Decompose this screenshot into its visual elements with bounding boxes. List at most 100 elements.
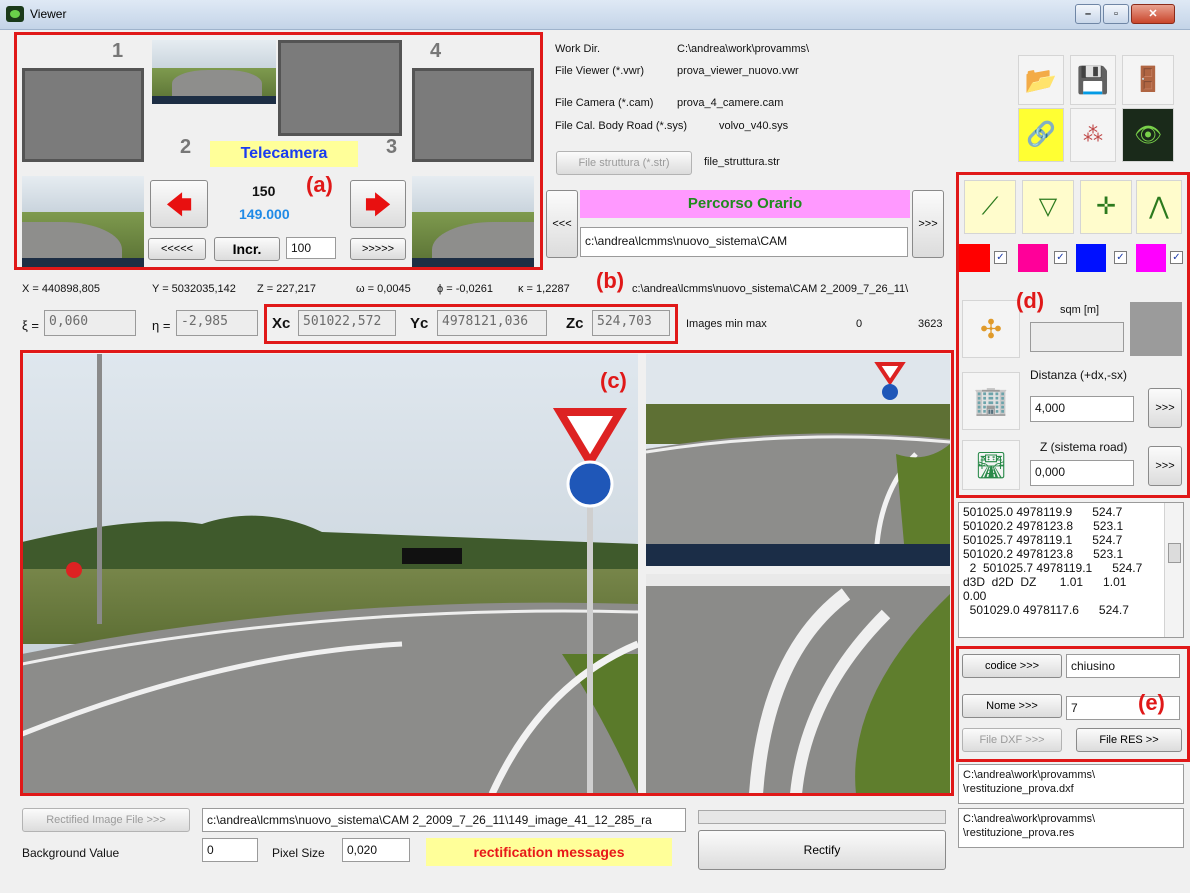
color-checkbox-magenta[interactable]: ✓ [1170, 251, 1183, 264]
map-icon[interactable]: ⁂ [1070, 108, 1116, 162]
color-checkbox-red[interactable]: ✓ [994, 251, 1007, 264]
image-path: c:\andrea\lcmms\nuovo_sistema\CAM 2_2009… [632, 283, 909, 295]
file-struttura-button[interactable]: File struttura (*.str) [556, 151, 692, 175]
result-line-8: 501029.0 4978117.6 524.7 [963, 603, 1129, 617]
distanza-field[interactable]: 4,000 [1030, 396, 1134, 422]
pixel-size-label: Pixel Size [272, 846, 325, 860]
fast-forward-button[interactable]: >>>>> [350, 238, 406, 260]
eta-field[interactable]: -2,985 [176, 310, 258, 336]
color-swatch-red[interactable] [958, 244, 990, 272]
file-dxf-button[interactable]: File DXF >>> [962, 728, 1062, 752]
secondary-view-image [646, 354, 950, 566]
building-icon[interactable]: 🏢 [962, 372, 1020, 430]
fast-backward-button[interactable]: <<<<< [148, 238, 206, 260]
yc-label: Yc [410, 315, 429, 332]
camera-1-empty-tile[interactable] [22, 68, 144, 162]
z-road-label: Z (sistema road) [1040, 440, 1128, 454]
xc-field[interactable]: 501022,572 [298, 310, 396, 336]
coord-omega: ω = 0,0045 [356, 283, 411, 295]
close-button[interactable]: ✕ [1131, 4, 1175, 24]
results-scrollbar[interactable] [1164, 503, 1183, 637]
color-checkbox-pink[interactable]: ✓ [1054, 251, 1067, 264]
increment-input[interactable]: 100 [286, 237, 336, 259]
color-swatch-pink[interactable] [1018, 244, 1048, 272]
file-camera-label: File Camera (*.cam) [555, 97, 654, 109]
codice-field[interactable]: chiusino [1066, 654, 1180, 678]
file-res-button[interactable]: File RES >> [1076, 728, 1182, 752]
file-calbody-label: File Cal. Body Road (*.sys) [555, 120, 688, 132]
network-icon[interactable]: ✣ [962, 300, 1020, 358]
background-value-label: Background Value [22, 846, 120, 860]
color-swatch-blue[interactable] [1076, 244, 1106, 272]
link-icon[interactable]: 🔗 [1018, 108, 1064, 162]
minimize-button[interactable]: – [1075, 4, 1101, 24]
app-icon [6, 6, 24, 22]
yc-field[interactable]: 4978121,036 [437, 310, 547, 336]
sqm-label: sqm [m] [1060, 304, 1100, 316]
z-road-apply-button[interactable]: >>> [1148, 446, 1182, 486]
camera-thumbnail-left[interactable] [22, 176, 144, 268]
camera-thumbnail-front[interactable] [152, 40, 276, 104]
increment-button[interactable]: Incr. [214, 237, 280, 261]
rectify-progress-bar [698, 810, 946, 824]
rectified-view[interactable] [646, 574, 950, 794]
secondary-camera-view[interactable] [646, 354, 950, 566]
distanza-apply-button[interactable]: >>> [1148, 388, 1182, 428]
save-icon[interactable]: 💾 [1070, 55, 1116, 105]
rectified-image-file-field[interactable]: c:\andrea\lcmms\nuovo_sistema\CAM 2_2009… [202, 808, 686, 832]
codice-button[interactable]: codice >>> [962, 654, 1062, 678]
pixel-size-field[interactable]: 0,020 [342, 838, 410, 862]
coord-x: X = 440898,805 [22, 283, 100, 295]
next-frame-button[interactable]: 🡆 [350, 180, 406, 228]
zc-field[interactable]: 524,703 [592, 310, 670, 336]
road-icon[interactable]: 🛣 [962, 440, 1020, 490]
eye-icon[interactable]: 👁 [1122, 108, 1174, 162]
coord-phi: ϕ = -0,0261 [437, 283, 494, 295]
camera-number-2: 2 [180, 136, 192, 158]
maximize-button[interactable]: ▫ [1103, 4, 1129, 24]
previous-frame-button[interactable]: 🡄 [150, 180, 208, 228]
background-value-field[interactable]: 0 [202, 838, 258, 862]
rectified-image-file-button[interactable]: Rectified Image File >>> [22, 808, 190, 832]
polyline-tool-icon[interactable]: ⟋ [964, 180, 1016, 234]
main-camera-view[interactable] [22, 354, 638, 794]
open-folder-icon[interactable]: 📂 [1018, 55, 1064, 105]
results-list[interactable]: 501025.0 4978119.9 524.7 501020.2 497812… [958, 502, 1184, 638]
dxf-path-line-1: C:\andrea\work\provamms\ [963, 769, 1096, 781]
coord-kappa: κ = 1,2287 [518, 283, 570, 295]
result-line-1: 501025.0 4978119.9 524.7 [963, 505, 1123, 519]
res-path-line-1: C:\andrea\work\provamms\ [963, 813, 1096, 825]
camera-number-3: 3 [386, 136, 398, 158]
res-path-box[interactable]: C:\andrea\work\provamms\ \restituzione_p… [958, 808, 1184, 848]
images-min: 0 [856, 318, 863, 330]
xi-label: ξ = [22, 318, 40, 333]
eta-label: η = [152, 318, 171, 333]
exit-icon[interactable]: 🚪 [1122, 55, 1174, 105]
xi-field[interactable]: 0,060 [44, 310, 136, 336]
res-path-line-2: \restituzione_prova.res [963, 827, 1075, 839]
annotation-c: (c) [600, 368, 627, 393]
result-line-4: 501020.2 4978123.8 523.1 [963, 547, 1124, 561]
color-checkbox-blue[interactable]: ✓ [1114, 251, 1127, 264]
route-previous-button[interactable]: <<< [546, 190, 578, 258]
camera-4-empty-tile-top[interactable] [278, 40, 402, 136]
work-dir-value: C:\andrea\work\provamms\ [677, 43, 810, 55]
nome-button[interactable]: Nome >>> [962, 694, 1062, 718]
line-tool-icon[interactable]: ⋀ [1136, 180, 1182, 234]
sqm-color-preview [1130, 302, 1182, 356]
sqm-field[interactable] [1030, 322, 1124, 352]
annotation-b: (b) [596, 268, 625, 293]
distanza-label: Distanza (+dx,-sx) [1030, 368, 1128, 382]
z-road-field[interactable]: 0,000 [1030, 460, 1134, 486]
rectify-button[interactable]: Rectify [698, 830, 946, 870]
point-tool-icon[interactable]: ✛ [1080, 180, 1132, 234]
route-path-field[interactable]: c:\andrea\lcmms\nuovo_sistema\CAM [580, 227, 908, 257]
route-next-button[interactable]: >>> [912, 190, 944, 258]
camera-thumbnail-right[interactable] [412, 176, 534, 268]
result-line-7: 0.00 [963, 589, 987, 603]
camera-4-empty-tile[interactable] [412, 68, 534, 162]
camera-label: Telecamera [210, 141, 358, 167]
color-swatch-magenta[interactable] [1136, 244, 1166, 272]
triangle-tool-icon[interactable]: ▽ [1022, 180, 1074, 234]
dxf-path-box[interactable]: C:\andrea\work\provamms\ \restituzione_p… [958, 764, 1184, 804]
